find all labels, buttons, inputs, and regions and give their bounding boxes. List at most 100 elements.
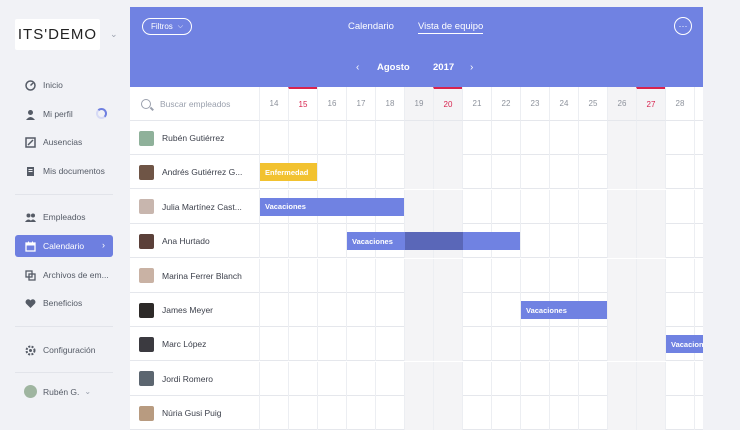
- day-cell[interactable]: [259, 293, 288, 327]
- absence-bar[interactable]: Vacaciones: [521, 301, 607, 319]
- day-cell[interactable]: [549, 396, 578, 430]
- employee-name-cell[interactable]: Jordi Romero: [130, 362, 259, 396]
- day-cell[interactable]: [259, 224, 288, 259]
- day-cell[interactable]: [346, 258, 375, 293]
- day-cell[interactable]: [404, 258, 433, 293]
- day-cell[interactable]: [578, 327, 607, 362]
- day-cell[interactable]: [375, 258, 404, 293]
- day-cell[interactable]: [375, 121, 404, 155]
- sidebar-item-beneficios[interactable]: Beneficios: [15, 292, 113, 314]
- day-cell[interactable]: [404, 189, 433, 224]
- day-cell[interactable]: [549, 121, 578, 155]
- day-cell[interactable]: [375, 361, 404, 396]
- year-label[interactable]: 2017: [433, 62, 454, 73]
- day-cell[interactable]: [346, 293, 375, 327]
- sidebar-item-ausencias[interactable]: Ausencias: [15, 131, 113, 153]
- day-cell[interactable]: [462, 121, 491, 155]
- employee-name-cell[interactable]: Marina Ferrer Blanch: [130, 259, 259, 293]
- employee-name-cell[interactable]: Núria Gusi Puig: [130, 396, 259, 430]
- day-cell[interactable]: [636, 293, 665, 327]
- day-cell[interactable]: [433, 155, 462, 190]
- day-cell[interactable]: [694, 293, 703, 327]
- day-cell[interactable]: [288, 224, 317, 259]
- day-cell[interactable]: [317, 293, 346, 327]
- employee-name-cell[interactable]: Ana Hurtado: [130, 224, 259, 258]
- day-cell[interactable]: [607, 121, 636, 155]
- day-cell[interactable]: [520, 258, 549, 293]
- day-cell[interactable]: [607, 224, 636, 259]
- user-menu[interactable]: Rubén G. ⌄: [24, 385, 91, 398]
- day-cell[interactable]: [607, 293, 636, 327]
- day-cell[interactable]: [404, 361, 433, 396]
- day-cell[interactable]: [259, 121, 288, 155]
- absence-bar[interactable]: Vacaciones: [666, 335, 703, 354]
- sidebar-item-empleados[interactable]: Empleados: [15, 206, 113, 228]
- day-cell[interactable]: [549, 258, 578, 293]
- day-cell[interactable]: [520, 327, 549, 362]
- sidebar-item-archivos[interactable]: Archivos de em...: [15, 264, 113, 286]
- day-cell[interactable]: [404, 121, 433, 155]
- day-cell[interactable]: [665, 361, 694, 396]
- prev-month-icon[interactable]: ‹: [356, 62, 359, 73]
- employee-name-cell[interactable]: Andrés Gutiérrez G...: [130, 155, 259, 189]
- day-cell[interactable]: [636, 189, 665, 224]
- day-cell[interactable]: [578, 189, 607, 224]
- day-cell[interactable]: [317, 258, 346, 293]
- day-cell[interactable]: [636, 327, 665, 362]
- day-cell[interactable]: [491, 189, 520, 224]
- employee-name-cell[interactable]: James Meyer: [130, 293, 259, 327]
- day-cell[interactable]: [433, 327, 462, 362]
- day-cell[interactable]: [375, 155, 404, 190]
- day-cell[interactable]: [404, 327, 433, 362]
- day-cell[interactable]: [288, 361, 317, 396]
- day-cell[interactable]: [665, 224, 694, 259]
- day-cell[interactable]: [433, 293, 462, 327]
- day-cell[interactable]: [346, 121, 375, 155]
- day-cell[interactable]: [462, 361, 491, 396]
- day-cell[interactable]: [462, 293, 491, 327]
- day-cell[interactable]: [433, 396, 462, 430]
- day-cell[interactable]: [346, 361, 375, 396]
- day-cell[interactable]: [288, 258, 317, 293]
- day-cell[interactable]: [520, 361, 549, 396]
- day-cell[interactable]: [665, 396, 694, 430]
- employee-name-cell[interactable]: Marc López: [130, 327, 259, 361]
- day-cell[interactable]: [346, 155, 375, 190]
- day-cell[interactable]: [520, 121, 549, 155]
- day-cell[interactable]: [346, 327, 375, 362]
- day-cell[interactable]: [433, 189, 462, 224]
- day-cell[interactable]: [433, 258, 462, 293]
- day-cell[interactable]: [404, 396, 433, 430]
- day-cell[interactable]: [578, 121, 607, 155]
- day-cell[interactable]: [607, 258, 636, 293]
- day-cell[interactable]: [520, 224, 549, 259]
- day-cell[interactable]: [607, 189, 636, 224]
- day-cell[interactable]: [317, 327, 346, 362]
- day-cell[interactable]: [549, 327, 578, 362]
- day-cell[interactable]: [462, 396, 491, 430]
- day-cell[interactable]: [462, 155, 491, 190]
- month-label[interactable]: Agosto: [377, 62, 410, 73]
- day-cell[interactable]: [694, 224, 703, 259]
- absence-bar[interactable]: Vacaciones: [260, 197, 404, 216]
- day-cell[interactable]: [694, 396, 703, 430]
- chevron-down-icon[interactable]: ⌄: [110, 29, 118, 39]
- day-cell[interactable]: [491, 121, 520, 155]
- day-cell[interactable]: [607, 327, 636, 362]
- day-cell[interactable]: [549, 155, 578, 190]
- day-cell[interactable]: [462, 189, 491, 224]
- day-cell[interactable]: [520, 189, 549, 224]
- day-cell[interactable]: [375, 293, 404, 327]
- day-cell[interactable]: [636, 121, 665, 155]
- day-cell[interactable]: [694, 121, 703, 155]
- day-cell[interactable]: [404, 293, 433, 327]
- day-cell[interactable]: [375, 327, 404, 362]
- tab-vista-de-equipo[interactable]: Vista de equipo: [418, 21, 484, 34]
- filters-button[interactable]: Filtros ⌵: [142, 18, 193, 35]
- day-cell[interactable]: [665, 293, 694, 327]
- sidebar-item-configuracion[interactable]: Configuración: [15, 339, 113, 361]
- day-cell[interactable]: [288, 121, 317, 155]
- day-cell[interactable]: [636, 224, 665, 259]
- day-cell[interactable]: [694, 361, 703, 396]
- sidebar-item-mi-perfil[interactable]: Mi perfil: [15, 103, 113, 125]
